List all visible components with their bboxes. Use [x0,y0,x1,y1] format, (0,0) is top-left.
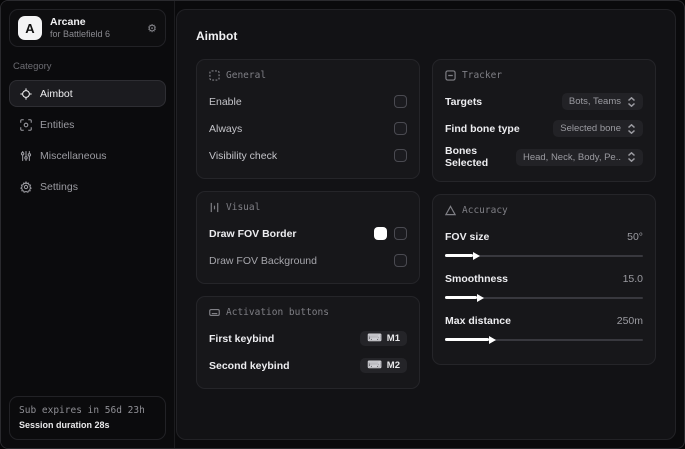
smoothness-slider[interactable] [445,293,643,302]
tracker-card: Tracker Targets Bots, Teams Find bone ty… [432,59,656,182]
unfold-icon [627,152,636,162]
sidebar-item-aimbot[interactable]: Aimbot [9,80,166,108]
section-title: General [226,70,267,81]
sub-expiry-text: Sub expires in 56d 23h [19,405,145,417]
unfold-icon [627,96,636,107]
dropdown-value: Bots, Teams [568,96,621,107]
setting-row: Second keybind ⌨ M2 [209,355,407,376]
slider-thumb[interactable] [488,335,496,344]
first-keybind-button[interactable]: ⌨ M1 [360,331,407,346]
visual-card: Visual Draw FOV Border Draw FOV Backgrou… [196,191,420,284]
sidebar-item-miscellaneous[interactable]: Miscellaneous [9,142,166,169]
app-logo: A [18,16,42,41]
visibility-check-checkbox[interactable] [394,149,407,162]
sidebar-item-label: Entities [40,118,75,131]
setting-row: Draw FOV Background [209,250,407,271]
setting-row: Find bone type Selected bone [445,118,643,139]
left-column: General Enable Always Visibility check V… [196,59,420,389]
always-checkbox[interactable] [394,122,407,135]
setting-row: Draw FOV Border [209,223,407,244]
triangle-icon [445,205,456,216]
setting-label: Find bone type [445,122,520,135]
crosshair-icon [19,87,32,100]
sliders-icon [19,149,32,162]
activation-buttons-card: Activation buttons First keybind ⌨ M1 Se… [196,296,420,389]
sidebar-item-settings[interactable]: Settings [9,173,166,200]
sidebar-nav: Aimbot Entities Miscellaneous Settings [9,80,166,200]
slider-value: 15.0 [622,272,643,285]
brand-card: A Arcane for Battlefield 6 ⚙ [9,9,166,48]
setting-row: Targets Bots, Teams [445,91,643,112]
unfold-icon [627,123,636,134]
dropdown-value: Selected bone [560,123,621,134]
setting-label: Visibility check [209,149,278,162]
setting-row: Max distance 250m [445,310,643,331]
setting-label: Bones Selected [445,145,489,169]
accuracy-card: Accuracy FOV size 50° Smoothness 15.0 Ma… [432,194,656,365]
sidebar-item-label: Settings [40,180,78,193]
section-title: Visual [226,202,261,213]
slider-value: 250m [616,314,643,327]
main-panel: Aimbot General Enable Always Visibility … [176,9,676,440]
dropdown-value: Head, Neck, Body, Pe.. [522,151,621,163]
setting-label: Draw FOV Border [209,227,297,240]
bones-selected-dropdown[interactable]: Head, Neck, Body, Pe.. [515,148,643,166]
setting-label: Draw FOV Background [209,254,317,267]
setting-label: Enable [209,95,242,108]
gear-icon [19,180,32,193]
draw-fov-background-checkbox[interactable] [394,254,407,267]
setting-row: Always [209,118,407,139]
setting-label: Smoothness [445,272,509,285]
slider-value: 50° [627,230,643,243]
find-bone-type-dropdown[interactable]: Selected bone [553,120,643,137]
keyboard-icon: ⌨ [367,333,382,344]
fov-size-slider[interactable] [445,251,643,260]
keybind-value: M1 [386,333,400,344]
setting-label: First keybind [209,332,275,345]
gear-icon[interactable]: ⚙ [147,22,157,35]
grid-icon [209,70,220,81]
section-title: Tracker [462,70,503,81]
setting-row: Bones Selected Head, Neck, Body, Pe.. [445,145,643,169]
app-window: A Arcane for Battlefield 6 ⚙ Category Ai… [0,0,685,449]
general-card: General Enable Always Visibility check [196,59,420,179]
max-distance-slider[interactable] [445,335,643,344]
sidebar-item-label: Miscellaneous [40,149,107,162]
right-column: Tracker Targets Bots, Teams Find bone ty… [432,59,656,365]
setting-label: Always [209,122,243,135]
setting-row: Enable [209,91,407,112]
sidebar-item-label: Aimbot [40,87,73,100]
sidebar: A Arcane for Battlefield 6 ⚙ Category Ai… [1,1,175,448]
category-label: Category [13,61,52,73]
enable-checkbox[interactable] [394,95,407,108]
draw-fov-border-checkbox[interactable] [394,227,407,240]
setting-row: Visibility check [209,145,407,166]
section-title: Accuracy [462,205,508,216]
setting-label: Targets [445,95,483,108]
sliders-icon [209,202,220,213]
setting-label: Max distance [445,314,511,327]
setting-label: Second keybind [209,359,290,372]
app-name: Arcane [50,16,86,28]
slider-thumb[interactable] [472,251,480,260]
fov-border-color-swatch[interactable] [374,227,387,240]
targets-dropdown[interactable]: Bots, Teams [561,93,643,110]
keyboard-icon [209,307,220,318]
keyboard-icon: ⌨ [367,360,382,371]
page-title: Aimbot [196,29,238,43]
second-keybind-button[interactable]: ⌨ M2 [360,358,407,373]
keybind-value: M2 [386,360,400,371]
scan-box-icon [19,118,32,131]
setting-row: First keybind ⌨ M1 [209,328,407,349]
session-duration-text: Session duration 28s [19,419,110,430]
setting-row: FOV size 50° [445,226,643,247]
sidebar-item-entities[interactable]: Entities [9,111,166,138]
subscription-info-card: Sub expires in 56d 23h Session duration … [9,396,166,440]
setting-row: Smoothness 15.0 [445,268,643,289]
slider-thumb[interactable] [476,293,484,302]
app-subtitle: for Battlefield 6 [50,29,111,40]
setting-label: FOV size [445,230,490,243]
section-title: Activation buttons [226,307,329,318]
square-minus-icon [445,70,456,81]
